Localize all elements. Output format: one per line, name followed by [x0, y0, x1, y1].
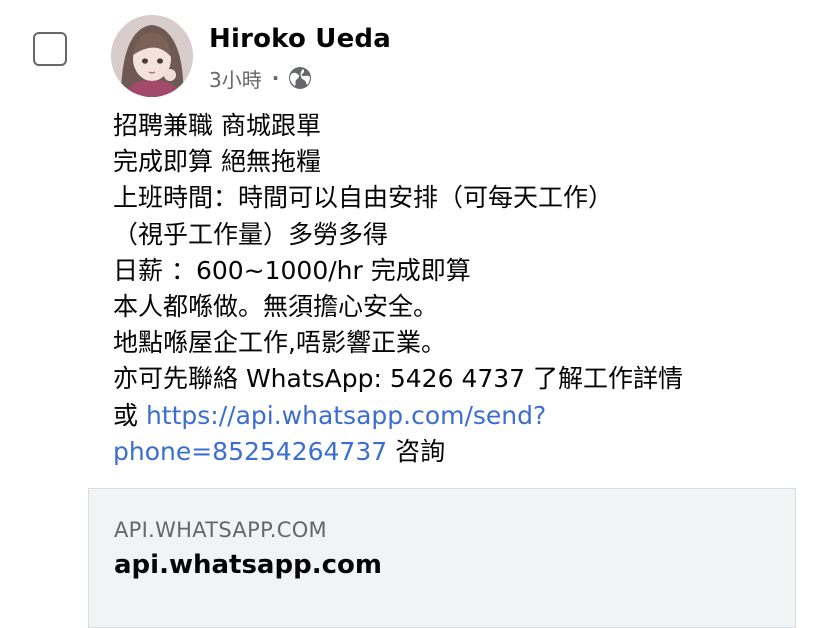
- preview-title[interactable]: api.whatsapp.com: [114, 550, 382, 580]
- post-line: 上班時間：時間可以自由安排（可每天工作）: [113, 183, 614, 213]
- preview-domain: API.WHATSAPP.COM: [114, 518, 327, 542]
- link-suffix: 咨詢: [387, 436, 446, 466]
- post-line: 日薪 ：600~1000/hr 完成即算: [113, 255, 471, 285]
- whatsapp-link-continued[interactable]: phone=85254264737: [113, 437, 387, 466]
- post-timestamp[interactable]: 3小時: [209, 64, 262, 93]
- post-line: 地點喺屋企工作,唔影響正業。: [113, 328, 446, 358]
- link-preview-card[interactable]: API.WHATSAPP.COM api.whatsapp.com: [88, 488, 796, 628]
- post-meta: 3小時 ·: [209, 63, 313, 93]
- select-checkbox[interactable]: [33, 32, 67, 66]
- post-line: （視乎工作量）多勞多得: [113, 219, 389, 249]
- link-prefix: 或: [113, 400, 146, 430]
- globe-icon[interactable]: [287, 65, 313, 91]
- whatsapp-link[interactable]: https://api.whatsapp.com/send?: [146, 401, 546, 430]
- post-line: 完成即算 絕無拖糧: [113, 147, 321, 177]
- avatar[interactable]: [111, 15, 193, 97]
- post-text: 招聘兼職 商城跟單 完成即算 絕無拖糧上班時間：時間可以自由安排（可每天工作） （視…: [113, 108, 813, 470]
- post-link-line: 或 https://api.whatsapp.com/send?: [113, 398, 813, 434]
- post-line: 招聘兼職 商城跟單: [113, 111, 321, 140]
- post-line: 本人都喺做。無須擔心安全。: [113, 291, 439, 321]
- post-link-line: phone=85254264737 咨詢: [113, 434, 813, 470]
- meta-separator: ·: [271, 66, 280, 90]
- author-name[interactable]: Hiroko Ueda: [209, 24, 391, 54]
- post-line: 亦可先聯絡 WhatsApp: 5426 4737 了解工作詳情: [113, 364, 684, 394]
